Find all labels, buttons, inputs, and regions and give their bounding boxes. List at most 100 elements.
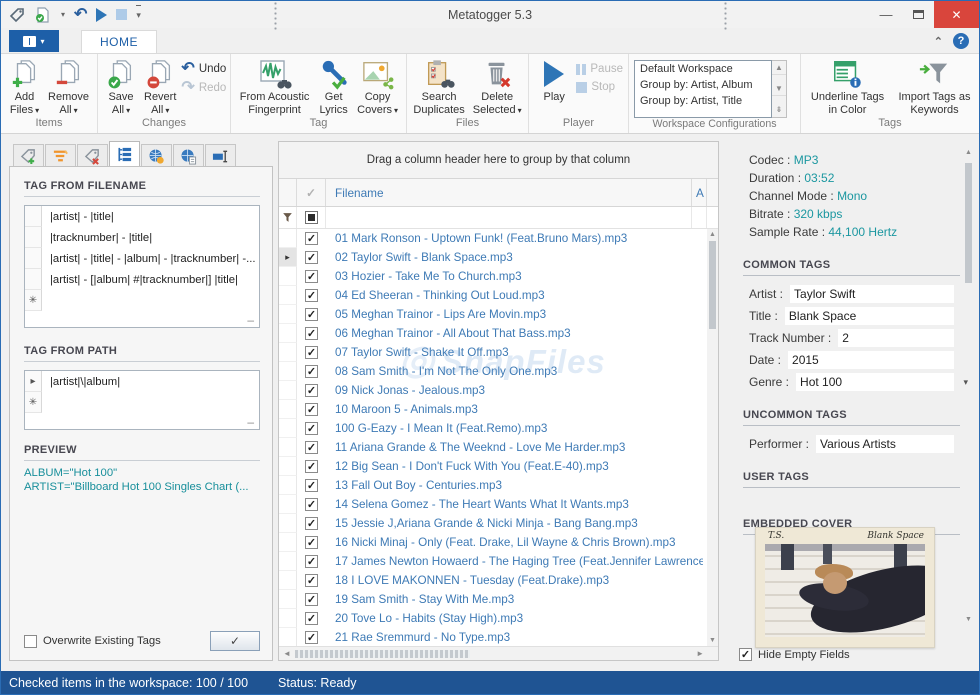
vertical-scrollbar[interactable]: ▲ ▼ xyxy=(707,229,718,646)
save-all-button[interactable]: Save All ▾ xyxy=(103,57,139,117)
check-all-column-header[interactable]: ✓ xyxy=(297,179,326,206)
filename-cell[interactable]: 01 Mark Ronson - Uptown Funk! (Feat.Brun… xyxy=(326,232,703,245)
add-files-button[interactable]: Add Files ▾ xyxy=(6,57,43,117)
table-row[interactable]: ✓04 Ed Sheeran - Thinking Out Loud.mp3E xyxy=(279,286,718,305)
filename-cell[interactable]: 20 Tove Lo - Habits (Stay High).mp3 xyxy=(326,612,703,625)
tab-web-file[interactable] xyxy=(173,144,204,167)
table-row[interactable]: ✓09 Nick Jonas - Jealous.mp3N xyxy=(279,381,718,400)
resize-grip-icon[interactable]: – xyxy=(247,314,254,326)
row-checkbox[interactable]: ✓ xyxy=(297,403,326,416)
pattern-row[interactable]: |artist| - |title| - |album| - |tracknum… xyxy=(25,248,259,269)
pattern-row[interactable]: |artist| - |title| xyxy=(25,206,259,227)
save-quick-icon[interactable] xyxy=(34,5,52,25)
save-quick-dropdown-icon[interactable]: ▾ xyxy=(61,5,65,25)
workspace-config-list[interactable]: Default Workspace Group by: Artist, Album… xyxy=(634,60,772,118)
overwrite-tags-checkbox[interactable] xyxy=(24,634,37,648)
pattern-text[interactable]: |artist|\|album| xyxy=(42,376,120,388)
undo-quick-icon[interactable]: ↶ xyxy=(74,5,87,25)
remove-all-button[interactable]: Remove All ▾ xyxy=(45,57,92,117)
filename-cell[interactable]: 05 Meghan Trainor - Lips Are Movin.mp3 xyxy=(326,308,703,321)
filename-cell[interactable]: 13 Fall Out Boy - Centuries.mp3 xyxy=(326,479,703,492)
pattern-text[interactable]: |tracknumber| - |title| xyxy=(42,232,152,244)
table-row[interactable]: ✓03 Hozier - Take Me To Church.mp3H xyxy=(279,267,718,286)
row-checkbox[interactable]: ✓ xyxy=(297,498,326,511)
artist-column-header[interactable]: A xyxy=(692,179,707,206)
resize-grip-icon[interactable]: – xyxy=(247,416,254,428)
filename-cell[interactable]: 16 Nicki Minaj - Only (Feat. Drake, Lil … xyxy=(326,536,703,549)
row-checkbox[interactable]: ✓ xyxy=(297,536,326,549)
scroll-up-icon[interactable]: ▲ xyxy=(772,61,786,75)
table-row[interactable]: ✓20 Tove Lo - Habits (Stay High).mp3T xyxy=(279,609,718,628)
tab-tag-from-filename[interactable] xyxy=(109,141,140,167)
workspace-scroll-buttons[interactable]: ▲ ▼ ⇟ xyxy=(772,60,787,118)
right-splitter-handle[interactable] xyxy=(723,1,728,31)
scroll-right-icon[interactable]: ► xyxy=(696,647,704,660)
table-row[interactable]: ▸✓02 Taylor Swift - Blank Space.mp3T xyxy=(279,248,718,267)
row-checkbox[interactable]: ✓ xyxy=(297,422,326,435)
close-button[interactable]: ✕ xyxy=(934,1,979,28)
table-row[interactable]: ✓100 G-Eazy - I Mean It (Feat.Remo).mp3G xyxy=(279,419,718,438)
row-checkbox[interactable]: ✓ xyxy=(297,574,326,587)
delete-selected-button[interactable]: Delete Selected ▾ xyxy=(470,57,525,117)
filename-cell[interactable]: 11 Ariana Grande & The Weeknd - Love Me … xyxy=(326,441,703,454)
pattern-row[interactable]: |artist| - [|album| #|tracknumber|] |tit… xyxy=(25,269,259,290)
tag-tool-icon[interactable] xyxy=(9,5,25,25)
tab-tag-remove[interactable] xyxy=(77,144,108,167)
collapse-ribbon-icon[interactable]: ⌃ xyxy=(934,35,943,48)
group-by-drop-zone[interactable]: Drag a column header here to group by th… xyxy=(279,142,718,179)
filename-cell[interactable]: 09 Nick Jonas - Jealous.mp3 xyxy=(326,384,703,397)
row-checkbox[interactable]: ✓ xyxy=(297,479,326,492)
undo-button[interactable]: ↶ Undo xyxy=(181,61,226,77)
import-tags-button[interactable]: Import Tags as Keywords xyxy=(895,57,974,117)
scroll-up-icon[interactable]: ▲ xyxy=(963,149,974,156)
row-checkbox[interactable]: ✓ xyxy=(297,270,326,283)
customize-qat-icon[interactable]: ▾ xyxy=(136,4,141,25)
pattern-text[interactable]: |artist| - [|album| #|tracknumber|] |tit… xyxy=(42,274,238,286)
tag-field-input[interactable] xyxy=(816,435,954,453)
row-checkbox[interactable]: ✓ xyxy=(297,517,326,530)
help-icon[interactable]: ? xyxy=(953,33,969,49)
table-row[interactable]: ✓07 Taylor Swift - Shake It Off.mp3T xyxy=(279,343,718,362)
row-checkbox[interactable]: ✓ xyxy=(297,555,326,568)
filename-cell[interactable]: 19 Sam Smith - Stay With Me.mp3 xyxy=(326,593,703,606)
pattern-text[interactable]: |artist| - |title| - |album| - |tracknum… xyxy=(42,253,256,265)
row-checkbox[interactable]: ✓ xyxy=(297,612,326,625)
from-acoustic-fingerprint-button[interactable]: From Acoustic Fingerprint xyxy=(236,57,313,117)
play-quick-icon[interactable] xyxy=(96,5,108,25)
row-checkbox[interactable]: ✓ xyxy=(297,631,326,644)
table-row[interactable]: ✓ 06 Meghan Trainor - All About That Bass… xyxy=(279,324,718,343)
new-pattern-row[interactable]: ✳ xyxy=(25,290,259,311)
revert-all-button[interactable]: Revert All ▾ xyxy=(141,57,179,117)
filter-artist-cell[interactable] xyxy=(692,207,707,228)
scroll-last-icon[interactable]: ⇟ xyxy=(772,103,786,117)
horizontal-scrollbar[interactable]: ◄ ► xyxy=(279,646,718,660)
tab-home[interactable]: HOME xyxy=(81,30,157,53)
embedded-cover-image[interactable]: T.S. Blank Space xyxy=(755,527,935,648)
row-checkbox[interactable]: ✓ xyxy=(297,365,326,378)
row-checkbox[interactable]: ✓ xyxy=(297,308,326,321)
table-row[interactable]: ✓13 Fall Out Boy - Centuries.mp3F xyxy=(279,476,718,495)
table-row[interactable]: ✓ 11 Ariana Grande & The Weeknd - Love Me… xyxy=(279,438,718,457)
path-pattern-list[interactable]: ▸ |artist|\|album| ✳ – xyxy=(24,370,260,430)
filename-cell[interactable]: 14 Selena Gomez - The Heart Wants What I… xyxy=(326,498,703,511)
row-checkbox[interactable]: ✓ xyxy=(297,460,326,473)
app-menu-button[interactable]: ▾ xyxy=(9,30,59,52)
maximize-button[interactable] xyxy=(902,1,934,28)
row-checkbox[interactable]: ✓ xyxy=(297,346,326,359)
tab-web-lookup[interactable] xyxy=(141,144,172,167)
tab-auto-tag[interactable] xyxy=(45,144,76,167)
pattern-row[interactable]: ▸ |artist|\|album| xyxy=(25,371,259,392)
scrollbar-thumb[interactable] xyxy=(709,241,716,329)
filename-column-header[interactable]: Filename xyxy=(326,179,692,206)
table-row[interactable]: ✓05 Meghan Trainor - Lips Are Movin.mp3M xyxy=(279,305,718,324)
tag-field-input[interactable] xyxy=(838,329,954,347)
table-row[interactable]: ✓10 Maroon 5 - Animals.mp3M xyxy=(279,400,718,419)
scrollbar-thumb[interactable] xyxy=(295,650,470,658)
left-splitter-handle[interactable] xyxy=(273,1,278,31)
filename-cell[interactable]: 18 I LOVE MAKONNEN - Tuesday (Feat.Drake… xyxy=(326,574,703,587)
workspace-config-item[interactable]: Group by: Artist, Album xyxy=(635,77,771,93)
filter-row[interactable] xyxy=(279,207,718,229)
filename-pattern-list[interactable]: |artist| - |title| |tracknumber| - |title… xyxy=(24,205,260,328)
pattern-text[interactable]: |artist| - |title| xyxy=(42,211,114,223)
workspace-config-item[interactable]: Group by: Artist, Title xyxy=(635,93,771,109)
